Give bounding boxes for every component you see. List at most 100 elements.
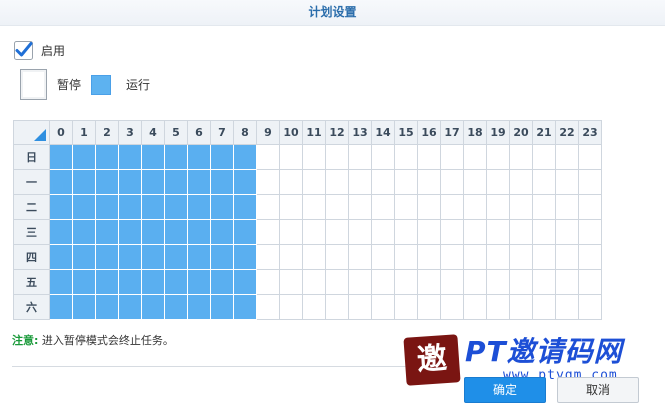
schedule-cell-pause[interactable]: [509, 144, 533, 170]
schedule-cell-pause[interactable]: [463, 294, 487, 320]
schedule-cell-run[interactable]: [164, 294, 188, 320]
schedule-cell-run[interactable]: [141, 244, 165, 270]
schedule-cell-pause[interactable]: [325, 244, 349, 270]
ok-button[interactable]: 确定: [464, 377, 546, 403]
hour-header-10[interactable]: 10: [279, 120, 303, 145]
schedule-cell-pause[interactable]: [463, 269, 487, 295]
schedule-cell-pause[interactable]: [555, 144, 579, 170]
hour-header-17[interactable]: 17: [440, 120, 464, 145]
schedule-cell-run[interactable]: [49, 294, 73, 320]
schedule-cell-run[interactable]: [118, 294, 142, 320]
schedule-cell-pause[interactable]: [532, 294, 556, 320]
schedule-cell-pause[interactable]: [279, 169, 303, 195]
schedule-cell-pause[interactable]: [325, 194, 349, 220]
schedule-cell-run[interactable]: [164, 269, 188, 295]
schedule-cell-run[interactable]: [95, 269, 119, 295]
schedule-cell-pause[interactable]: [509, 169, 533, 195]
hour-header-3[interactable]: 3: [118, 120, 142, 145]
schedule-cell-pause[interactable]: [279, 269, 303, 295]
schedule-cell-pause[interactable]: [302, 169, 326, 195]
schedule-cell-pause[interactable]: [440, 194, 464, 220]
schedule-cell-pause[interactable]: [486, 169, 510, 195]
schedule-cell-run[interactable]: [210, 219, 234, 245]
hour-header-9[interactable]: 9: [256, 120, 280, 145]
schedule-cell-run[interactable]: [72, 244, 96, 270]
schedule-cell-pause[interactable]: [555, 194, 579, 220]
schedule-cell-run[interactable]: [95, 169, 119, 195]
hour-header-23[interactable]: 23: [578, 120, 602, 145]
schedule-cell-pause[interactable]: [279, 244, 303, 270]
schedule-cell-run[interactable]: [95, 244, 119, 270]
hour-header-5[interactable]: 5: [164, 120, 188, 145]
schedule-cell-pause[interactable]: [555, 269, 579, 295]
schedule-cell-pause[interactable]: [532, 219, 556, 245]
schedule-cell-pause[interactable]: [532, 244, 556, 270]
legend-pause-swatch[interactable]: [20, 69, 47, 100]
schedule-cell-pause[interactable]: [256, 244, 280, 270]
schedule-cell-run[interactable]: [141, 269, 165, 295]
schedule-cell-pause[interactable]: [348, 169, 372, 195]
schedule-cell-run[interactable]: [187, 294, 211, 320]
schedule-cell-pause[interactable]: [279, 294, 303, 320]
schedule-cell-pause[interactable]: [555, 294, 579, 320]
schedule-cell-pause[interactable]: [555, 219, 579, 245]
schedule-cell-run[interactable]: [233, 269, 257, 295]
schedule-cell-pause[interactable]: [256, 294, 280, 320]
schedule-cell-pause[interactable]: [440, 169, 464, 195]
schedule-cell-pause[interactable]: [279, 219, 303, 245]
schedule-cell-pause[interactable]: [532, 194, 556, 220]
schedule-cell-run[interactable]: [210, 269, 234, 295]
schedule-cell-run[interactable]: [210, 244, 234, 270]
schedule-cell-run[interactable]: [141, 194, 165, 220]
schedule-cell-pause[interactable]: [371, 194, 395, 220]
schedule-cell-run[interactable]: [210, 169, 234, 195]
schedule-cell-pause[interactable]: [463, 219, 487, 245]
schedule-cell-run[interactable]: [164, 169, 188, 195]
schedule-cell-pause[interactable]: [394, 269, 418, 295]
schedule-cell-run[interactable]: [210, 194, 234, 220]
schedule-cell-pause[interactable]: [348, 244, 372, 270]
day-header[interactable]: 六: [13, 294, 50, 320]
schedule-cell-pause[interactable]: [486, 144, 510, 170]
schedule-cell-run[interactable]: [72, 169, 96, 195]
schedule-cell-pause[interactable]: [578, 269, 602, 295]
schedule-cell-run[interactable]: [72, 219, 96, 245]
schedule-cell-pause[interactable]: [532, 169, 556, 195]
schedule-cell-pause[interactable]: [532, 144, 556, 170]
hour-header-6[interactable]: 6: [187, 120, 211, 145]
schedule-cell-pause[interactable]: [486, 219, 510, 245]
schedule-cell-pause[interactable]: [302, 144, 326, 170]
schedule-cell-run[interactable]: [210, 144, 234, 170]
schedule-cell-pause[interactable]: [578, 169, 602, 195]
schedule-cell-run[interactable]: [72, 294, 96, 320]
schedule-cell-pause[interactable]: [394, 244, 418, 270]
schedule-cell-pause[interactable]: [394, 294, 418, 320]
schedule-cell-run[interactable]: [141, 144, 165, 170]
schedule-cell-run[interactable]: [233, 294, 257, 320]
day-header[interactable]: 日: [13, 144, 50, 170]
schedule-cell-pause[interactable]: [417, 194, 441, 220]
day-header[interactable]: 五: [13, 269, 50, 295]
hour-header-19[interactable]: 19: [486, 120, 510, 145]
schedule-cell-pause[interactable]: [256, 194, 280, 220]
schedule-cell-pause[interactable]: [555, 169, 579, 195]
schedule-cell-pause[interactable]: [256, 144, 280, 170]
day-header[interactable]: 三: [13, 219, 50, 245]
schedule-cell-run[interactable]: [210, 294, 234, 320]
hour-header-21[interactable]: 21: [532, 120, 556, 145]
schedule-cell-pause[interactable]: [555, 244, 579, 270]
hour-header-2[interactable]: 2: [95, 120, 119, 145]
schedule-cell-pause[interactable]: [348, 194, 372, 220]
schedule-cell-pause[interactable]: [325, 169, 349, 195]
schedule-cell-pause[interactable]: [371, 169, 395, 195]
schedule-cell-run[interactable]: [233, 169, 257, 195]
hour-header-16[interactable]: 16: [417, 120, 441, 145]
schedule-cell-pause[interactable]: [394, 194, 418, 220]
hour-header-8[interactable]: 8: [233, 120, 257, 145]
schedule-cell-pause[interactable]: [509, 244, 533, 270]
schedule-cell-pause[interactable]: [440, 244, 464, 270]
schedule-cell-pause[interactable]: [486, 294, 510, 320]
schedule-cell-run[interactable]: [187, 144, 211, 170]
cancel-button[interactable]: 取消: [557, 377, 639, 403]
schedule-cell-pause[interactable]: [509, 194, 533, 220]
